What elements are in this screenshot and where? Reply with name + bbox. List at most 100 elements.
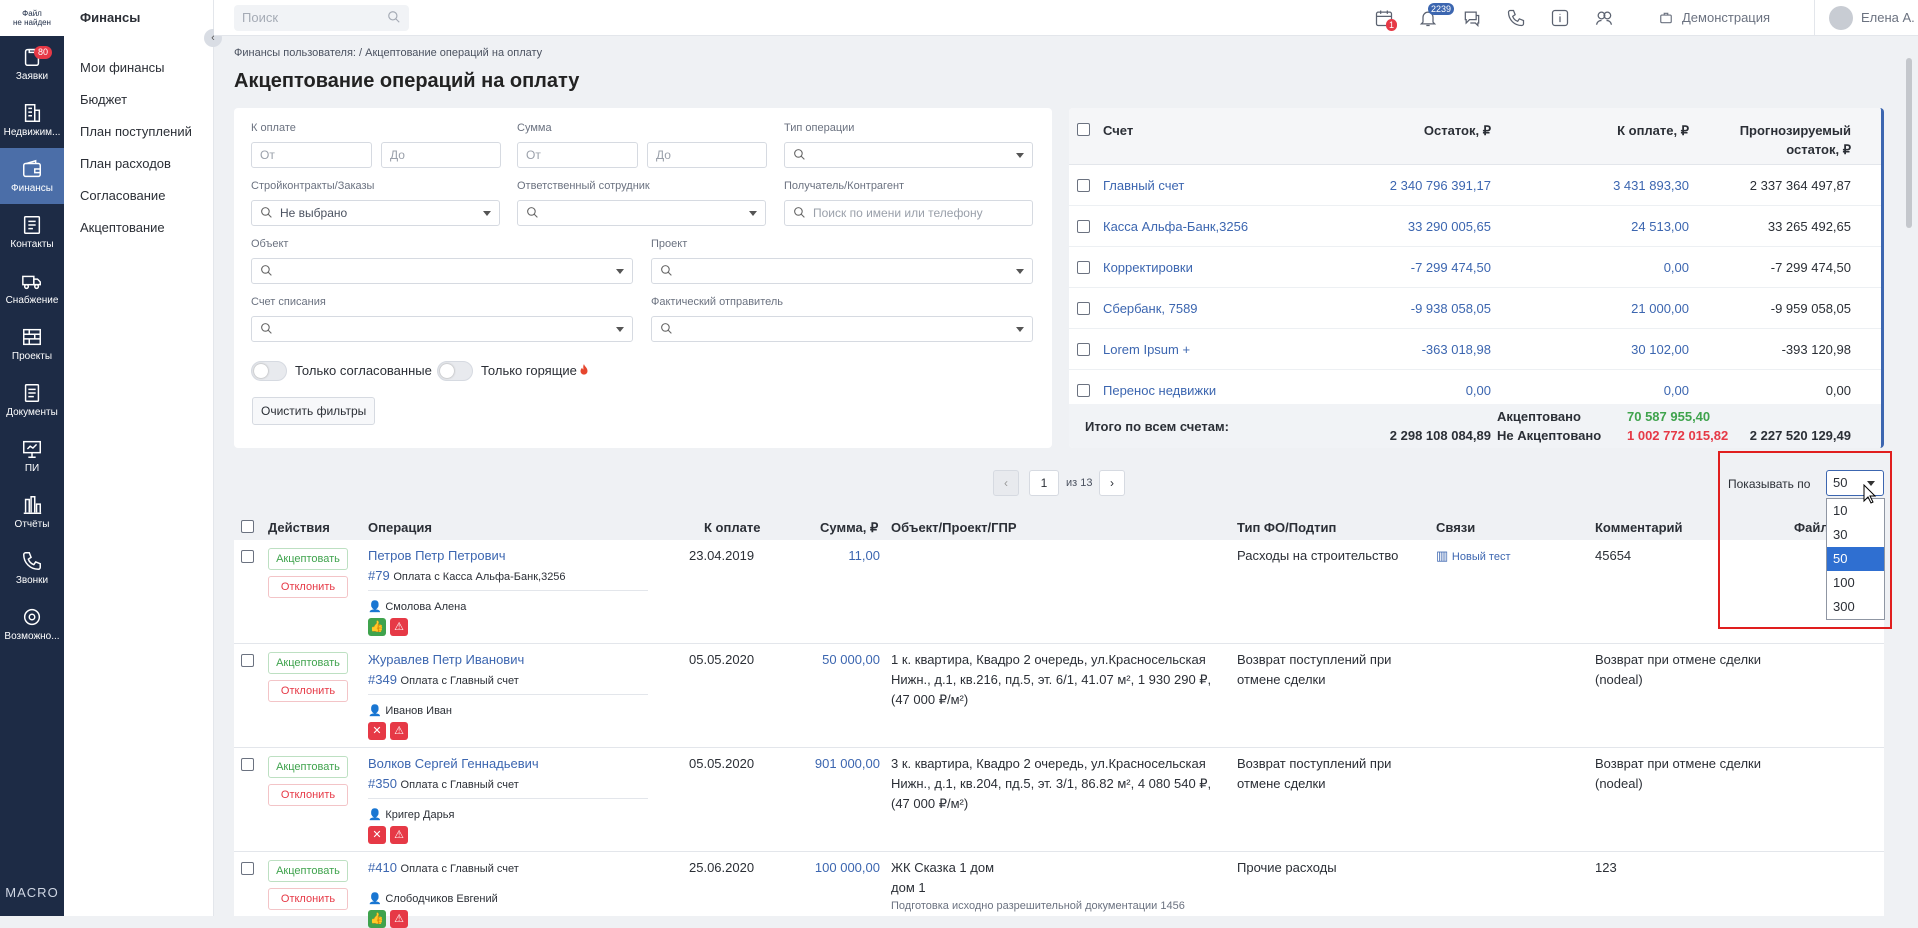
stroy-select[interactable]: Не выбрано — [251, 200, 500, 226]
account-name[interactable]: Главный счет — [1103, 178, 1184, 193]
select-all-accounts-checkbox[interactable] — [1077, 123, 1090, 136]
rail-item-calls[interactable]: Звонки — [0, 540, 64, 596]
accept-button[interactable]: Акцептовать — [268, 548, 348, 570]
account-checkbox[interactable] — [1077, 384, 1090, 397]
operation-sum[interactable]: 901 000,00 — [774, 754, 880, 774]
accept-button[interactable]: Акцептовать — [268, 652, 348, 674]
rail-item-reports[interactable]: Отчёты — [0, 484, 64, 540]
operation-sum[interactable]: 50 000,00 — [774, 650, 880, 670]
account-checkbox[interactable] — [1077, 261, 1090, 274]
select-all-ops-checkbox[interactable] — [241, 520, 254, 533]
reject-button[interactable]: Отклонить — [268, 784, 348, 806]
account-checkbox[interactable] — [1077, 343, 1090, 356]
account-name[interactable]: Lorem Ipsum + — [1103, 342, 1190, 357]
account-name[interactable]: Корректировки — [1103, 260, 1193, 275]
account-checkbox[interactable] — [1077, 302, 1090, 315]
user-menu[interactable]: Елена А. — [1814, 0, 1918, 36]
demo-mode-button[interactable]: Демонстрация — [1658, 0, 1770, 36]
per-page-option-30[interactable]: 30 — [1827, 523, 1884, 547]
k-oplate-from-input[interactable]: От — [251, 142, 372, 168]
summa-to-input[interactable]: До — [647, 142, 767, 168]
rail-item-documents[interactable]: Документы — [0, 372, 64, 428]
subnav-item-approval[interactable]: Согласование — [64, 180, 213, 212]
rail-item-projects[interactable]: Проекты — [0, 316, 64, 372]
operation-number-link[interactable]: #350 — [368, 776, 397, 791]
per-page-option-50[interactable]: 50 — [1827, 547, 1884, 571]
rail-item-features[interactable]: Возможно... — [0, 596, 64, 652]
per-page-option-300[interactable]: 300 — [1827, 595, 1884, 619]
subnav-item-my-finance[interactable]: Мои финансы — [64, 52, 213, 84]
row-checkbox[interactable] — [241, 862, 254, 875]
row-checkbox[interactable] — [241, 758, 254, 771]
operation-number-link[interactable]: #410 — [368, 860, 397, 875]
payee-link[interactable]: Петров Петр Петрович — [368, 546, 506, 566]
account-balance[interactable]: 0,00 — [1279, 383, 1491, 398]
calls-button[interactable] — [1506, 8, 1526, 28]
reject-button[interactable]: Отклонить — [268, 888, 348, 910]
rail-item-pi[interactable]: ПИ — [0, 428, 64, 484]
recipient-search-input[interactable]: Поиск по имени или телефону — [784, 200, 1033, 226]
row-checkbox[interactable] — [241, 654, 254, 667]
account-balance[interactable]: -7 299 474,50 — [1279, 260, 1491, 275]
clear-filters-button[interactable]: Очистить фильтры — [252, 397, 376, 425]
page-number-input[interactable]: 1 — [1029, 470, 1059, 496]
account-balance[interactable]: 33 290 005,65 — [1279, 219, 1491, 234]
operation-type-select[interactable] — [784, 142, 1033, 168]
rail-item-supply[interactable]: Снабжение — [0, 260, 64, 316]
subnav-item-expense-plan[interactable]: План расходов — [64, 148, 213, 180]
accept-button[interactable]: Акцептовать — [268, 756, 348, 778]
only-agreed-toggle[interactable] — [251, 361, 287, 381]
per-page-option-100[interactable]: 100 — [1827, 571, 1884, 595]
users-button[interactable] — [1594, 8, 1614, 28]
account-to-pay[interactable]: 24 513,00 — [1529, 219, 1689, 234]
account-to-pay[interactable]: 30 102,00 — [1529, 342, 1689, 357]
rail-item-finance[interactable]: Финансы — [0, 148, 64, 204]
rail-item-realty[interactable]: Недвижим... — [0, 92, 64, 148]
operation-sum[interactable]: 11,00 — [774, 546, 880, 566]
page-scrollbar[interactable] — [1904, 44, 1914, 916]
link-tag[interactable]: ▥ Новый тест — [1436, 546, 1511, 567]
payee-link[interactable]: Журавлев Петр Иванович — [368, 650, 524, 670]
payee-link[interactable]: Волков Сергей Геннадьевич — [368, 754, 539, 774]
account-name[interactable]: Касса Альфа-Банк,3256 — [1103, 219, 1248, 234]
link-name[interactable]: Новый тест — [1452, 551, 1511, 563]
breadcrumb-parent[interactable]: Финансы пользователя: — [234, 47, 356, 59]
only-urgent-toggle[interactable] — [437, 361, 473, 381]
reject-button[interactable]: Отклонить — [268, 576, 348, 598]
operation-number-link[interactable]: #349 — [368, 672, 397, 687]
info-button[interactable] — [1550, 8, 1570, 28]
account-to-pay[interactable]: 0,00 — [1529, 260, 1689, 275]
account-balance[interactable]: -9 938 058,05 — [1279, 301, 1491, 316]
row-checkbox[interactable] — [241, 550, 254, 563]
operation-number-link[interactable]: #79 — [368, 568, 390, 583]
global-search-input[interactable]: Поиск — [234, 5, 409, 31]
account-to-pay[interactable]: 3 431 893,30 — [1529, 178, 1689, 193]
k-oplate-to-input[interactable]: До — [381, 142, 501, 168]
calendar-button[interactable]: 1 — [1374, 8, 1398, 31]
responsible-select[interactable] — [517, 200, 766, 226]
next-page-button[interactable]: › — [1099, 470, 1125, 496]
accept-button[interactable]: Акцептовать — [268, 860, 348, 882]
operation-sum[interactable]: 100 000,00 — [774, 858, 880, 878]
project-select[interactable] — [651, 258, 1033, 284]
scrollbar-thumb[interactable] — [1906, 58, 1912, 228]
chat-button[interactable] — [1462, 8, 1482, 28]
reject-button[interactable]: Отклонить — [268, 680, 348, 702]
account-checkbox[interactable] — [1077, 220, 1090, 233]
subnav-item-income-plan[interactable]: План поступлений — [64, 116, 213, 148]
account-to-pay[interactable]: 0,00 — [1529, 383, 1689, 398]
account-to-pay[interactable]: 21 000,00 — [1529, 301, 1689, 316]
rail-item-requests[interactable]: 80 Заявки — [0, 36, 64, 92]
notifications-button[interactable]: 2239 — [1418, 3, 1455, 28]
prev-page-button[interactable]: ‹ — [993, 470, 1019, 496]
subnav-item-budget[interactable]: Бюджет — [64, 84, 213, 116]
account-name[interactable]: Перенос недвижки — [1103, 383, 1216, 398]
object-select[interactable] — [251, 258, 633, 284]
subnav-item-acceptance[interactable]: Акцептование — [64, 212, 213, 244]
sender-select[interactable] — [651, 316, 1033, 342]
rail-item-contacts[interactable]: Контакты — [0, 204, 64, 260]
account-balance[interactable]: -363 018,98 — [1279, 342, 1491, 357]
account-checkbox[interactable] — [1077, 179, 1090, 192]
account-balance[interactable]: 2 340 796 391,17 — [1279, 178, 1491, 193]
account-name[interactable]: Сбербанк, 7589 — [1103, 301, 1198, 316]
